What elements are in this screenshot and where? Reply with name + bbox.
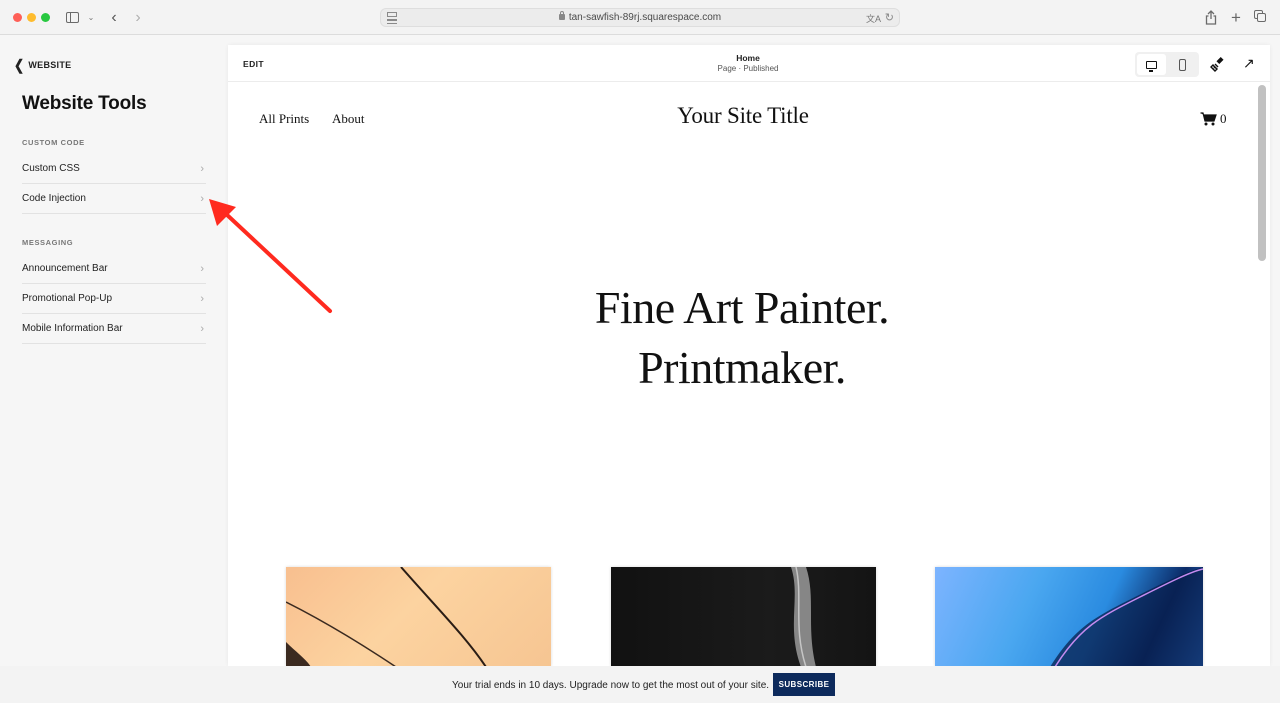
item-label: Custom CSS (22, 163, 80, 174)
chevron-right-icon: › (135, 8, 141, 26)
cart-count: 0 (1220, 111, 1227, 126)
desktop-icon (1146, 60, 1157, 72)
item-label: Code Injection (22, 193, 86, 204)
paintbrush-icon (1210, 56, 1224, 72)
site-preview-frame: EDIT Home Page · Published ↗ All Prints (228, 45, 1270, 666)
hero-line-1: Fine Art Painter. (594, 282, 890, 333)
browser-toolbar: ⌄ ‹ › tan-sawfish-89rj.squarespace.com 文… (0, 0, 1280, 35)
page-name: Home (736, 53, 760, 63)
gallery-image-1[interactable] (286, 567, 551, 666)
gallery-image-2[interactable] (611, 567, 876, 666)
trial-banner: Your trial ends in 10 days. Upgrade now … (0, 666, 1280, 703)
edit-button[interactable]: EDIT (243, 59, 264, 69)
preview-scrollbar[interactable] (1258, 85, 1266, 261)
chevron-right-icon: › (200, 262, 204, 275)
chevron-right-icon: › (200, 322, 204, 335)
cart-icon (1200, 112, 1217, 126)
chevron-right-icon: › (200, 292, 204, 305)
item-label: Announcement Bar (22, 263, 108, 274)
plus-icon[interactable]: + (1229, 8, 1243, 27)
abstract-peach-art (286, 567, 487, 666)
site-styles-button[interactable] (1210, 56, 1226, 72)
website-preview: All Prints About Your Site Title 0 Fine … (228, 83, 1256, 666)
zoom-window-button[interactable] (41, 13, 50, 22)
desktop-view-button[interactable] (1137, 54, 1166, 75)
open-site-icon[interactable]: ↗ (1243, 55, 1255, 72)
chevron-left-icon: ❮ (14, 56, 25, 74)
abstract-blue-art (1050, 567, 1203, 666)
subscribe-button[interactable]: SUBSCRIBE (773, 673, 835, 696)
close-window-button[interactable] (13, 13, 22, 22)
back-button[interactable]: ‹ (108, 9, 120, 26)
forward-button[interactable]: › (132, 9, 144, 26)
tabs-icon[interactable] (1254, 9, 1268, 26)
panel-item-promotional-popup[interactable]: Promotional Pop-Up › (22, 284, 206, 314)
website-tools-panel: ❮ WEBSITE Website Tools CUSTOM CODE Cust… (0, 36, 228, 666)
panel-title: Website Tools (22, 93, 147, 114)
url-display[interactable]: tan-sawfish-89rj.squarespace.com (381, 11, 899, 23)
back-label: WEBSITE (28, 60, 72, 70)
trial-message: Your trial ends in 10 days. Upgrade now … (452, 680, 770, 691)
lock-icon (558, 11, 565, 20)
back-to-website-link[interactable]: ❮ WEBSITE (14, 56, 72, 74)
section-label-messaging: MESSAGING (22, 238, 74, 247)
item-label: Promotional Pop-Up (22, 293, 113, 304)
hero-heading: Fine Art Painter. Printmaker. (442, 278, 1042, 398)
site-title[interactable]: Your Site Title (628, 103, 858, 129)
url-text: tan-sawfish-89rj.squarespace.com (568, 12, 722, 23)
page-status: Page · Published (717, 64, 779, 73)
chevron-left-icon: ‹ (111, 8, 117, 26)
chevron-right-icon: › (200, 162, 204, 175)
cart-button[interactable]: 0 (1200, 111, 1227, 127)
share-icon[interactable] (1204, 9, 1218, 26)
gallery-image-3[interactable] (935, 567, 1203, 666)
hero-line-2: Printmaker. (638, 342, 846, 393)
panel-item-announcement-bar[interactable]: Announcement Bar › (22, 254, 206, 284)
chevron-down-icon[interactable]: ⌄ (87, 9, 95, 26)
page-info: Home Page · Published (648, 53, 848, 73)
panel-item-code-injection[interactable]: Code Injection › (22, 184, 206, 214)
abstract-smoke-art (791, 567, 816, 666)
panel-item-custom-css[interactable]: Custom CSS › (22, 154, 206, 184)
translate-icon[interactable]: 文A (866, 12, 881, 25)
item-label: Mobile Information Bar (22, 323, 123, 334)
editor-header: EDIT Home Page · Published ↗ (228, 45, 1270, 82)
sidebar-icon[interactable] (65, 9, 79, 26)
mobile-view-button[interactable] (1168, 54, 1197, 75)
browser-window: ⌄ ‹ › tan-sawfish-89rj.squarespace.com 文… (0, 0, 1280, 703)
address-bar[interactable]: tan-sawfish-89rj.squarespace.com 文A ↻ (380, 8, 900, 27)
mobile-icon (1179, 58, 1186, 71)
minimize-window-button[interactable] (27, 13, 36, 22)
section-label-custom-code: CUSTOM CODE (22, 138, 85, 147)
nav-link-all-prints[interactable]: All Prints (259, 111, 309, 127)
nav-link-about[interactable]: About (332, 111, 365, 127)
reload-icon[interactable]: ↻ (885, 11, 894, 24)
panel-item-mobile-information-bar[interactable]: Mobile Information Bar › (22, 314, 206, 344)
device-toggle (1135, 52, 1199, 77)
chevron-right-icon: › (200, 192, 204, 205)
